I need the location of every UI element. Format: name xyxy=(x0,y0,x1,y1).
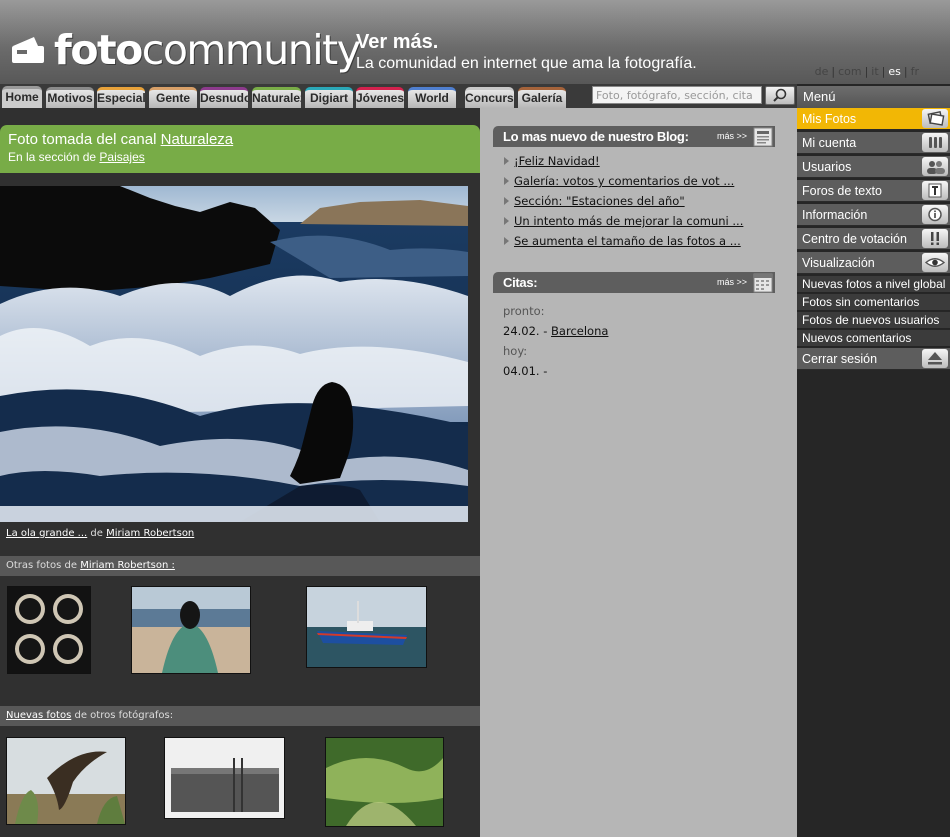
users-icon xyxy=(922,157,948,176)
logo-wordmark: fotocommunity xyxy=(54,26,361,74)
tab-galeria[interactable]: Galería xyxy=(518,87,566,108)
blog-post: Se aumenta el tamaño de las fotos a ... xyxy=(502,232,743,252)
photo-caption: La ola grande ... de Miriam Robertson xyxy=(6,528,195,539)
blog-post-link[interactable]: Se aumenta el tamaño de las fotos a ... xyxy=(514,234,741,248)
sidebar-menu: Menú Mis Fotos Mi cuenta Usuarios Foros … xyxy=(797,84,950,837)
citas-soon-label: pronto: xyxy=(503,304,545,318)
tab-home[interactable]: Home xyxy=(2,86,42,109)
menu-item-mis-fotos[interactable]: Mis Fotos xyxy=(797,108,950,130)
blog-post-link[interactable]: ¡Feliz Navidad! xyxy=(514,154,600,168)
new-photo-thumb-1[interactable] xyxy=(6,737,126,825)
new-photos-link[interactable]: Nuevas fotos xyxy=(6,710,71,721)
logout-button[interactable]: Cerrar sesión xyxy=(797,348,950,370)
blog-title: Lo mas nuevo de nuestro Blog: xyxy=(503,129,689,144)
eye-icon xyxy=(922,253,948,272)
blog-post: ¡Feliz Navidad! xyxy=(502,152,743,172)
blog-post-link[interactable]: Un intento más de mejorar la comuni ... xyxy=(514,214,743,228)
citas-header: Citas: más >> xyxy=(493,272,775,293)
blog-post-link[interactable]: Sección: "Estaciones del año" xyxy=(514,194,685,208)
menu-title: Menú xyxy=(797,86,950,108)
tab-jovenes[interactable]: Jóvenes xyxy=(356,87,404,108)
channel-link[interactable]: Naturaleza xyxy=(161,131,234,148)
menu-item-foros[interactable]: Foros de texto xyxy=(797,180,950,202)
tab-gente[interactable]: Gente xyxy=(149,87,197,108)
other-photo-thumb-2[interactable] xyxy=(131,586,251,674)
lang-it[interactable]: it xyxy=(871,65,878,78)
blog-post: Un intento más de mejorar la comuni ... xyxy=(502,212,743,232)
lang-es[interactable]: es xyxy=(888,65,901,78)
blog-post: Galería: votos y comentarios de vot ... xyxy=(502,172,743,192)
citas-soon-place-link[interactable]: Barcelona xyxy=(551,324,608,338)
blog-header: Lo mas nuevo de nuestro Blog: más >> xyxy=(493,126,775,147)
blog-more-link[interactable]: más >> xyxy=(717,126,747,147)
menu-subitem-nuevos-comentarios[interactable]: Nuevos comentarios xyxy=(797,330,950,347)
tab-especial[interactable]: Especial xyxy=(97,87,145,108)
channel-header: Foto tomada del canal Naturaleza En la s… xyxy=(0,125,480,173)
photos-icon xyxy=(922,109,948,128)
channel-line: Foto tomada del canal Naturaleza xyxy=(8,131,234,148)
camera-logo-icon xyxy=(12,37,44,63)
tab-concursos[interactable]: Concursos xyxy=(465,87,514,108)
tab-desnudo[interactable]: Desnudo xyxy=(200,87,248,108)
new-photo-thumb-2[interactable] xyxy=(164,737,285,819)
tab-naturaleza[interactable]: Naturaleza xyxy=(252,87,301,108)
photo-title-link[interactable]: La ola grande ... xyxy=(6,528,87,539)
citas-today-entry: 04.01. - xyxy=(503,364,548,378)
exclamation-icon xyxy=(922,229,948,248)
calendar-icon xyxy=(753,273,773,293)
blog-post-link[interactable]: Galería: votos y comentarios de vot ... xyxy=(514,174,734,188)
menu-subitem-fotos-sin-comentarios[interactable]: Fotos sin comentarios xyxy=(797,294,950,311)
other-photo-thumb-3[interactable] xyxy=(306,586,427,668)
magnifier-icon xyxy=(773,88,787,102)
citas-title: Citas: xyxy=(503,275,538,290)
eject-icon xyxy=(922,349,948,368)
menu-item-usuarios[interactable]: Usuarios xyxy=(797,156,950,178)
blog-icon xyxy=(753,127,773,147)
featured-photo-column: Foto tomada del canal Naturaleza En la s… xyxy=(0,108,480,837)
menu-subitem-nuevas-fotos-global[interactable]: Nuevas fotos a nivel global xyxy=(797,276,950,293)
blog-column: Lo mas nuevo de nuestro Blog: más >> ¡Fe… xyxy=(480,108,797,837)
text-icon xyxy=(922,181,948,200)
blog-post-list: ¡Feliz Navidad! Galería: votos y comenta… xyxy=(502,152,743,252)
new-photo-thumb-3[interactable] xyxy=(325,737,444,827)
menu-item-visualizacion[interactable]: Visualización xyxy=(797,252,950,274)
menu-item-mi-cuenta[interactable]: Mi cuenta xyxy=(797,132,950,154)
citas-more-link[interactable]: más >> xyxy=(717,272,747,293)
language-switcher: de | com | it | es | fr xyxy=(814,65,919,78)
menu-item-informacion[interactable]: Información xyxy=(797,204,950,226)
tagline-subheading: La comunidad en internet que ama la foto… xyxy=(356,55,697,72)
lang-de[interactable]: de xyxy=(815,65,829,78)
citas-soon-entry: 24.02. - Barcelona xyxy=(503,324,609,338)
citas-today-label: hoy: xyxy=(503,344,528,358)
new-photos-header: Nuevas fotos de otros fotógrafos: xyxy=(0,706,480,726)
site-header: fotocommunity Ver más. La comunidad en i… xyxy=(0,0,950,84)
search-button[interactable] xyxy=(765,86,795,105)
info-icon xyxy=(922,205,948,224)
menu-subitem-fotos-nuevos-usuarios[interactable]: Fotos de nuevos usuarios xyxy=(797,312,950,329)
menu-item-votacion[interactable]: Centro de votación xyxy=(797,228,950,250)
other-photo-thumb-1[interactable] xyxy=(7,586,91,674)
lang-com[interactable]: com xyxy=(838,65,862,78)
search-input[interactable] xyxy=(592,86,762,104)
tab-digiart[interactable]: Digiart xyxy=(305,87,353,108)
lang-fr[interactable]: fr xyxy=(911,65,919,78)
blog-post: Sección: "Estaciones del año" xyxy=(502,192,743,212)
featured-photo[interactable] xyxy=(0,186,468,522)
abacus-icon xyxy=(922,133,948,152)
section-line: En la sección de Paisajes xyxy=(8,150,145,164)
photo-author-link[interactable]: Miriam Robertson xyxy=(106,528,194,539)
other-photos-author-link[interactable]: Miriam Robertson : xyxy=(80,560,175,571)
tab-world[interactable]: World xyxy=(408,87,456,108)
other-photos-header: Otras fotos de Miriam Robertson : xyxy=(0,556,480,576)
tagline-heading: Ver más. xyxy=(356,31,439,53)
section-link[interactable]: Paisajes xyxy=(99,150,144,164)
tab-motivos[interactable]: Motivos xyxy=(46,87,94,108)
